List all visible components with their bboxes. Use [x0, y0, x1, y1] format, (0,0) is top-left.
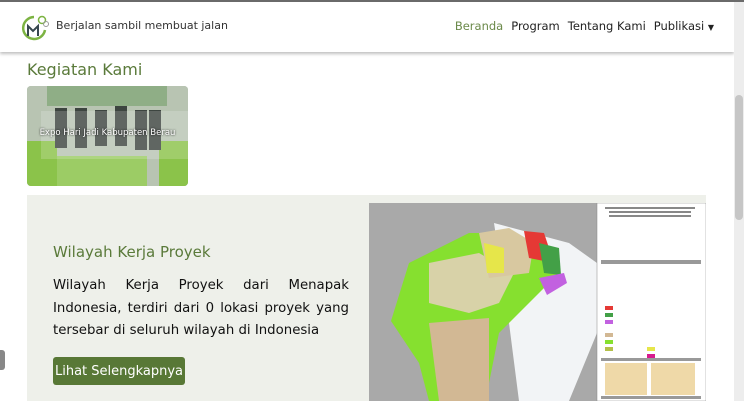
project-area-map	[369, 203, 706, 401]
project-area-description: Wilayah Kerja Proyek dari Menapak Indone…	[53, 275, 349, 343]
activities-heading: Kegiatan Kami	[27, 60, 142, 79]
project-area-title: Wilayah Kerja Proyek	[53, 243, 211, 261]
logo-icon[interactable]	[20, 14, 50, 41]
see-more-button[interactable]: Lihat Selengkapnya	[53, 357, 185, 385]
brand-tagline[interactable]: Berjalan sambil membuat jalan	[56, 19, 228, 32]
navbar: Berjalan sambil membuat jalan Beranda Pr…	[0, 2, 734, 52]
caret-down-icon: ▼	[708, 23, 714, 32]
nav-tentang-kami[interactable]: Tentang Kami	[568, 19, 646, 33]
main-nav: Beranda Program Tentang Kami Publikasi ▼	[455, 19, 714, 33]
scrollbar[interactable]	[734, 2, 744, 401]
side-tab[interactable]	[0, 350, 5, 370]
nav-beranda[interactable]: Beranda	[455, 19, 503, 33]
activity-card[interactable]: Expo Hari Jadi Kabupaten Berau	[27, 86, 188, 186]
project-area-section: Wilayah Kerja Proyek Wilayah Kerja Proye…	[27, 195, 706, 401]
nav-publikasi-label: Publikasi	[654, 19, 704, 33]
nav-program[interactable]: Program	[511, 19, 560, 33]
scrollbar-thumb[interactable]	[735, 95, 743, 220]
nav-publikasi[interactable]: Publikasi ▼	[654, 19, 714, 33]
activity-caption: Expo Hari Jadi Kabupaten Berau	[27, 128, 188, 138]
